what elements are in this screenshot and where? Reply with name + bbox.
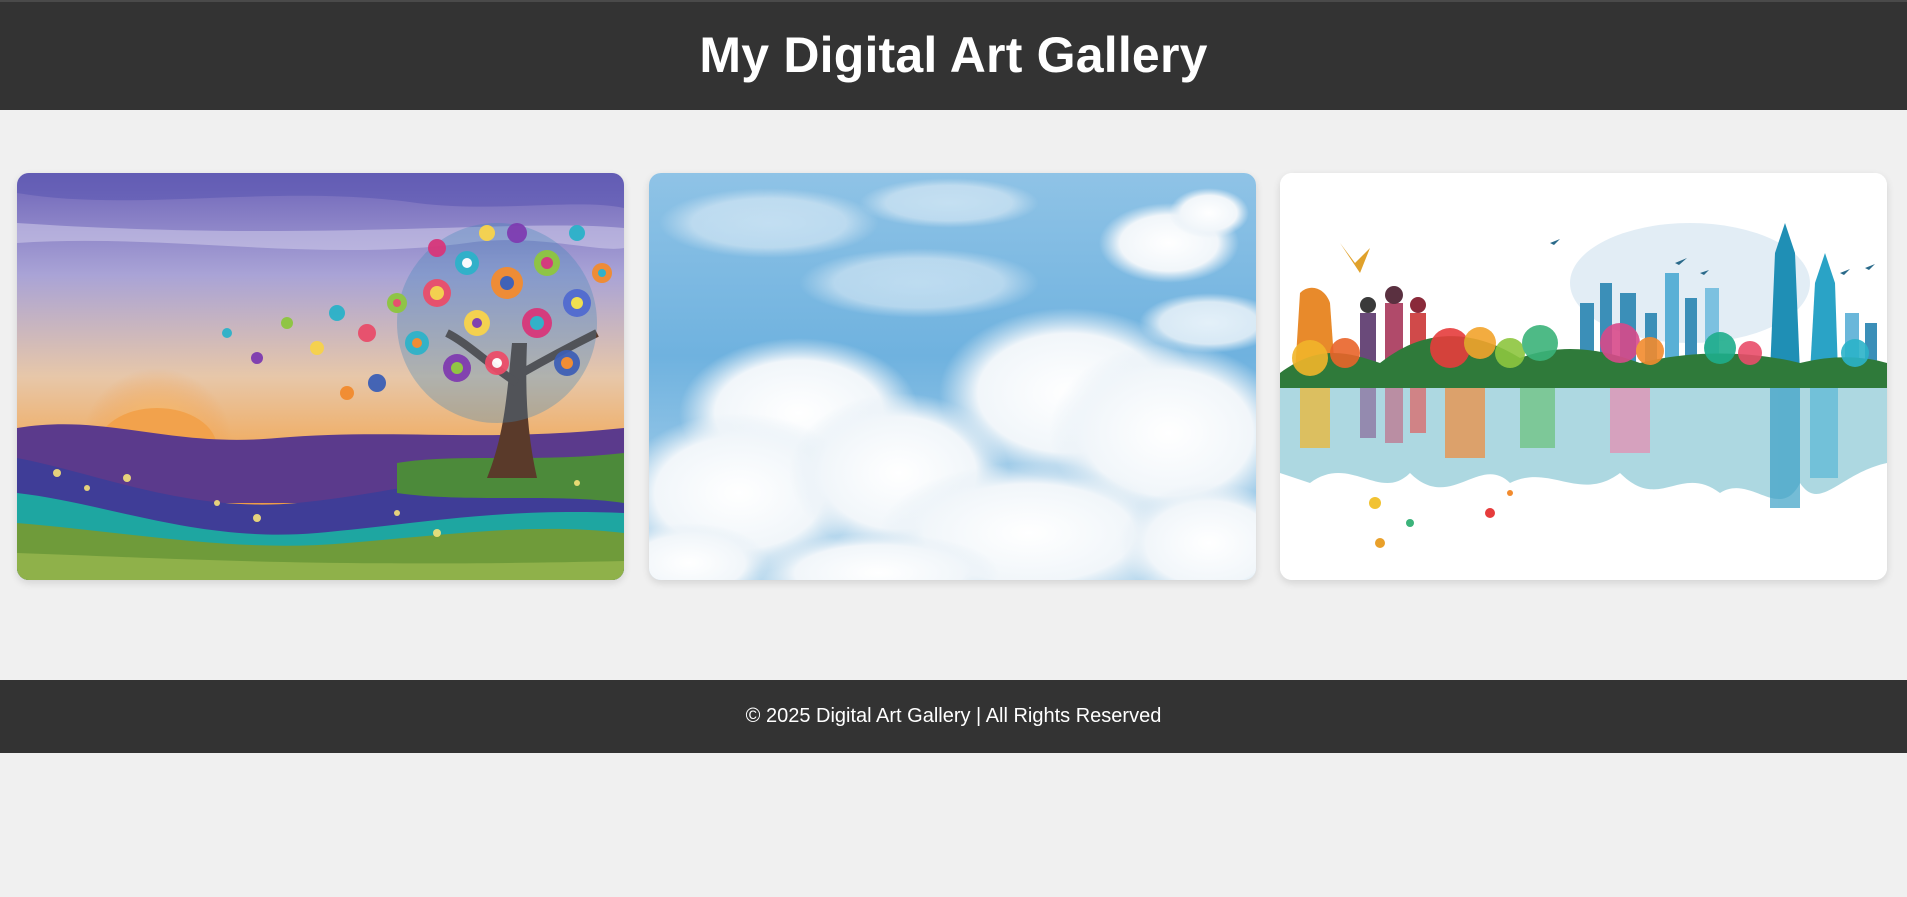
- site-header: My Digital Art Gallery: [0, 0, 1907, 110]
- city-reflection-artwork: [1280, 173, 1887, 580]
- tree-landscape-artwork: [17, 173, 624, 580]
- artwork-card-city[interactable]: [1280, 173, 1887, 580]
- artwork-card-tree[interactable]: [17, 173, 624, 580]
- art-gallery-grid: [17, 173, 1887, 580]
- page-title: My Digital Art Gallery: [699, 27, 1208, 83]
- sky-clouds-artwork: [649, 173, 1256, 580]
- artwork-card-sky[interactable]: [649, 173, 1256, 580]
- copyright-text: © 2025 Digital Art Gallery | All Rights …: [745, 705, 1162, 727]
- gallery-page: My Digital Art Gallery © 2025 Digital Ar…: [0, 0, 1907, 897]
- site-footer: © 2025 Digital Art Gallery | All Rights …: [0, 680, 1907, 753]
